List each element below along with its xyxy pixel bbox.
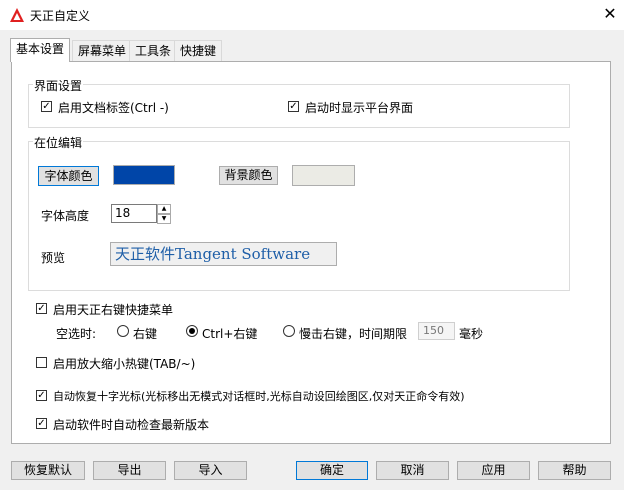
cancel-button[interactable]: 取消 (376, 461, 449, 480)
auto-update-checkbox[interactable]: ✓ (36, 418, 47, 429)
font-color-swatch[interactable] (113, 165, 175, 185)
radio-slow-right-click-label: 慢击右键，时间期限 (299, 327, 408, 341)
inplace-edit-group (28, 141, 570, 291)
bg-color-swatch[interactable] (292, 165, 355, 186)
tab-shortcuts[interactable]: 快捷键 (174, 40, 223, 61)
right-click-menu-checkbox[interactable]: ✓ (36, 303, 47, 314)
font-height-input[interactable]: 18 (111, 204, 157, 223)
export-button[interactable]: 导出 (93, 461, 166, 480)
ok-button[interactable]: 确定 (296, 461, 368, 480)
zoom-hotkey-checkbox[interactable] (36, 357, 47, 368)
restore-cursor-label: 自动恢复十字光标(光标移出无模式对话框时,光标自动设回绘图区,仅对天正命令有效) (53, 390, 465, 403)
tab-toolbar[interactable]: 工具条 (129, 40, 178, 61)
radio-ctrl-right-click-label: Ctrl+右键 (202, 327, 258, 341)
platform-checkbox[interactable]: ✓ (288, 101, 299, 112)
window-title: 天正自定义 (30, 9, 91, 23)
right-click-menu-label: 启用天正右键快捷菜单 (53, 303, 174, 317)
platform-label: 启动时显示平台界面 (305, 101, 414, 115)
time-unit-label: 毫秒 (459, 327, 484, 341)
help-button[interactable]: 帮助 (538, 461, 611, 480)
radio-slow-right-click[interactable] (283, 325, 295, 337)
import-button[interactable]: 导入 (174, 461, 247, 480)
radio-right-click-label: 右键 (133, 327, 158, 341)
font-height-up-icon[interactable]: ▲ (157, 204, 171, 214)
zoom-hotkey-label: 启用放大缩小热键(TAB/~) (53, 357, 196, 371)
font-height-label: 字体高度 (41, 209, 90, 223)
interface-settings-legend: 界面设置 (33, 77, 84, 94)
tab-screen-menu[interactable]: 屏幕菜单 (72, 40, 133, 61)
radio-ctrl-right-click[interactable] (186, 325, 198, 337)
preview-label: 预览 (41, 251, 66, 265)
apply-button[interactable]: 应用 (457, 461, 530, 480)
font-color-button[interactable]: 字体颜色 (38, 166, 99, 186)
doc-tabs-label: 启用文档标签(Ctrl -) (58, 101, 169, 115)
restore-cursor-checkbox[interactable]: ✓ (36, 390, 47, 401)
app-logo-icon (10, 8, 24, 22)
empty-select-label: 空选时: (56, 327, 97, 341)
tab-basic-settings[interactable]: 基本设置 (10, 38, 71, 62)
time-limit-input[interactable]: 150 (418, 322, 455, 340)
radio-right-click[interactable] (117, 325, 129, 337)
bg-color-button[interactable]: 背景颜色 (219, 166, 278, 185)
radio-selected-dot (189, 328, 195, 334)
auto-update-label: 启动软件时自动检查最新版本 (53, 418, 210, 432)
inplace-edit-legend: 在位编辑 (33, 134, 84, 151)
font-height-down-icon[interactable]: ▼ (157, 214, 171, 224)
restore-defaults-button[interactable]: 恢复默认 (11, 461, 85, 480)
doc-tabs-checkbox[interactable]: ✓ (41, 101, 52, 112)
close-icon[interactable]: ✕ (600, 3, 620, 25)
preview-box: 天正软件Tangent Software (110, 242, 337, 266)
title-bar (0, 0, 624, 30)
